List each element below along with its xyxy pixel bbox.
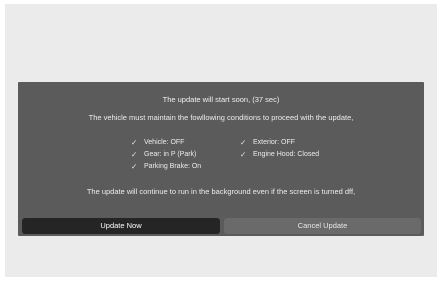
condition-label: Vehicle: OFF <box>144 139 185 146</box>
update-dialog: The update will start soon, (37 sec) The… <box>18 82 424 236</box>
cancel-update-button[interactable]: Cancel Update <box>224 218 421 234</box>
background-update-note: The update will continue to run in the b… <box>86 187 356 196</box>
update-now-button[interactable]: Update Now <box>22 218 220 234</box>
dialog-subtitle: The vehicle must maintain the fowllowing… <box>88 113 354 122</box>
condition-exterior: ✓ Exterior: OFF <box>240 138 295 147</box>
checkmark-icon: ✓ <box>131 150 138 159</box>
checkmark-icon: ✓ <box>240 150 247 159</box>
condition-label: Engine Hood: Closed <box>253 151 320 158</box>
checkmark-icon: ✓ <box>240 138 247 147</box>
dialog-title: The update will start soon, (37 sec) <box>162 95 280 104</box>
condition-engine-hood: ✓ Engine Hood: Closed <box>240 150 319 159</box>
checkmark-icon: ✓ <box>131 162 138 171</box>
condition-parking-brake: ✓ Parking Brake: On <box>131 162 201 171</box>
condition-label: Parking Brake: On <box>144 163 202 170</box>
condition-vehicle: ✓ Vehicle: OFF <box>131 138 184 147</box>
condition-label: Exterior: OFF <box>253 139 296 146</box>
conditions-list: ✓ Vehicle: OFF ✓ Gear: in P (Park) ✓ Par… <box>18 138 424 178</box>
checkmark-icon: ✓ <box>131 138 138 147</box>
condition-gear: ✓ Gear: in P (Park) <box>131 150 196 159</box>
condition-label: Gear: in P (Park) <box>144 151 197 158</box>
